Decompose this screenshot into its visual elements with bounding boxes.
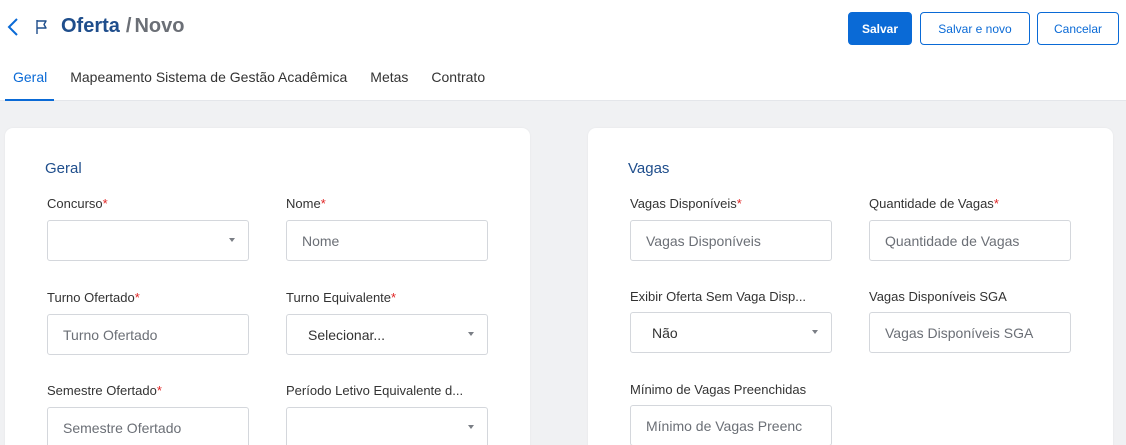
semestre-ofertado-label: Semestre Ofertado* xyxy=(47,383,162,398)
cancel-button[interactable]: Cancelar xyxy=(1037,12,1119,45)
tab-bar: Geral Mapeamento Sistema de Gestão Acadê… xyxy=(0,66,485,101)
caret-down-icon xyxy=(229,238,235,242)
concurso-select[interactable] xyxy=(47,220,249,261)
semestre-ofertado-input[interactable] xyxy=(48,408,248,445)
chevron-left-icon[interactable] xyxy=(6,17,20,37)
nome-input[interactable] xyxy=(287,221,487,260)
tab-geral[interactable]: Geral xyxy=(5,66,55,101)
vagas-section-title: Vagas xyxy=(628,160,670,177)
periodo-letivo-select[interactable] xyxy=(286,407,488,445)
geral-section-title: Geral xyxy=(45,160,82,177)
vagas-sga-input[interactable] xyxy=(870,313,1070,352)
turno-ofertado-field xyxy=(47,314,249,355)
exibir-oferta-value: Não xyxy=(652,324,678,341)
quantidade-vagas-field xyxy=(869,220,1071,261)
tab-metas[interactable]: Metas xyxy=(370,66,408,101)
exibir-oferta-select[interactable]: Não xyxy=(630,312,832,353)
concurso-label: Concurso* xyxy=(47,196,108,211)
semestre-ofertado-field xyxy=(47,407,249,445)
quantidade-vagas-label: Quantidade de Vagas* xyxy=(869,196,999,211)
tab-contrato[interactable]: Contrato xyxy=(431,66,485,101)
minimo-vagas-input[interactable] xyxy=(631,406,831,445)
caret-down-icon xyxy=(812,330,818,334)
page-title: Oferta / Novo xyxy=(61,15,184,38)
save-button[interactable]: Salvar xyxy=(848,12,912,45)
periodo-letivo-label: Período Letivo Equivalente d... xyxy=(286,383,464,398)
flag-icon xyxy=(36,20,47,34)
turno-equivalente-label: Turno Equivalente* xyxy=(286,290,397,305)
turno-ofertado-input[interactable] xyxy=(48,315,248,354)
caret-down-icon xyxy=(468,332,474,336)
turno-equivalente-value: Selecionar... xyxy=(308,326,386,343)
minimo-vagas-field xyxy=(630,405,832,445)
turno-ofertado-label: Turno Ofertado* xyxy=(47,290,140,305)
page-title-main: Oferta xyxy=(61,15,120,37)
nome-field xyxy=(286,220,488,261)
nome-label: Nome* xyxy=(286,196,326,211)
vagas-disponiveis-label: Vagas Disponíveis* xyxy=(630,196,742,211)
quantidade-vagas-input[interactable] xyxy=(870,221,1070,260)
minimo-vagas-label: Mínimo de Vagas Preenchidas xyxy=(630,382,807,397)
page-title-separator: / xyxy=(125,15,132,37)
vagas-disponiveis-input[interactable] xyxy=(631,221,831,260)
geral-card: Geral Concurso* Nome* Turno Ofertado* Tu… xyxy=(5,128,530,445)
vagas-sga-label: Vagas Disponíveis SGA xyxy=(869,289,1007,304)
exibir-oferta-label: Exibir Oferta Sem Vaga Disp... xyxy=(630,289,807,304)
page-title-sub: Novo xyxy=(134,15,185,37)
vagas-sga-field xyxy=(869,312,1071,353)
top-bar: Oferta / Novo Salvar Salvar e novo Cancela… xyxy=(0,0,1126,101)
save-and-new-button[interactable]: Salvar e novo xyxy=(920,12,1030,45)
vagas-disponiveis-field xyxy=(630,220,832,261)
turno-equivalente-select[interactable]: Selecionar... xyxy=(286,314,488,355)
vagas-card: Vagas Vagas Disponíveis* Quantidade de V… xyxy=(588,128,1113,445)
tab-mapeamento-sga[interactable]: Mapeamento Sistema de Gestão Acadêmica xyxy=(70,66,347,101)
caret-down-icon xyxy=(468,425,474,429)
